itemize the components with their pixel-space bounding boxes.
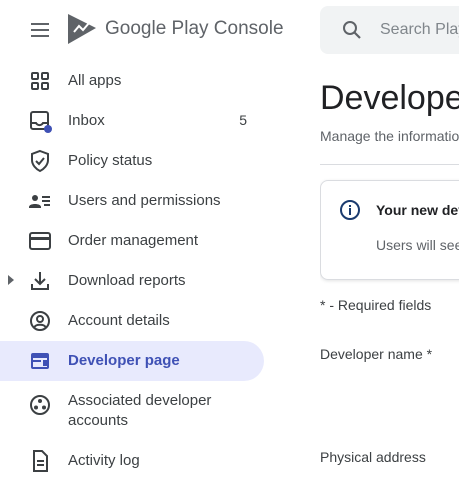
sidebar-item-label: Account details	[68, 312, 170, 329]
page-subtitle: Manage the information	[320, 128, 459, 144]
inbox-icon	[28, 109, 52, 133]
sidebar-item-label: Inbox	[68, 112, 105, 129]
inbox-count-badge: 5	[239, 112, 247, 128]
sidebar-nav: All apps Inbox 5 Policy status Users and…	[0, 61, 264, 481]
sidebar-item-label: Activity log	[68, 452, 140, 469]
notice-title: Your new developer page	[376, 202, 459, 218]
shield-check-icon	[28, 149, 52, 173]
notice-body: Users will see	[376, 237, 459, 253]
document-icon	[28, 449, 52, 473]
sidebar-item-label: All apps	[68, 72, 122, 89]
sidebar-item-label: Associated developer accounts	[68, 392, 212, 429]
sidebar-item-download-reports[interactable]: Download reports	[0, 261, 264, 301]
grid-icon	[28, 69, 52, 93]
sidebar-item-inbox[interactable]: Inbox 5	[0, 101, 264, 141]
divider	[320, 164, 459, 165]
users-list-icon	[28, 189, 52, 213]
brand-console: Console	[213, 18, 284, 39]
page-title: Developer page	[320, 79, 459, 117]
download-icon	[28, 269, 52, 293]
account-circle-icon	[28, 309, 52, 333]
main-content: Developer page Manage the information Yo…	[320, 0, 459, 477]
expand-arrow-icon[interactable]	[8, 275, 14, 285]
sidebar-item-label: Users and permissions	[68, 192, 221, 209]
brand-title[interactable]: Google Play Console	[105, 16, 284, 42]
info-notice-card: Your new developer page Users will see	[320, 180, 459, 280]
associated-accounts-icon	[28, 393, 52, 417]
sidebar-item-associated-accounts[interactable]: Associated developer accounts	[0, 381, 264, 441]
sidebar-item-activity-log[interactable]: Activity log	[0, 441, 264, 481]
sidebar-item-label: Order management	[68, 232, 199, 249]
sidebar-item-users-permissions[interactable]: Users and permissions	[0, 181, 264, 221]
physical-address-label: Physical address	[320, 449, 426, 465]
sidebar-item-order-management[interactable]: Order management	[0, 221, 264, 261]
hamburger-menu-icon[interactable]	[28, 18, 52, 42]
brand-google: Google Play	[105, 18, 209, 39]
credit-card-icon	[28, 229, 52, 253]
sidebar-item-account-details[interactable]: Account details	[0, 301, 264, 341]
sidebar-item-all-apps[interactable]: All apps	[0, 61, 264, 101]
sidebar-item-policy-status[interactable]: Policy status	[0, 141, 264, 181]
developer-name-label: Developer name *	[320, 346, 433, 362]
web-page-icon	[28, 349, 52, 373]
sidebar-item-label: Policy status	[68, 152, 153, 169]
sidebar-item-developer-page[interactable]: Developer page	[0, 341, 264, 381]
info-icon	[338, 198, 362, 222]
sidebar-item-label: Developer page	[68, 352, 180, 369]
play-console-logo	[66, 12, 98, 46]
sidebar-item-label: Download reports	[68, 272, 186, 289]
required-fields-note: * - Required fields	[320, 297, 432, 313]
